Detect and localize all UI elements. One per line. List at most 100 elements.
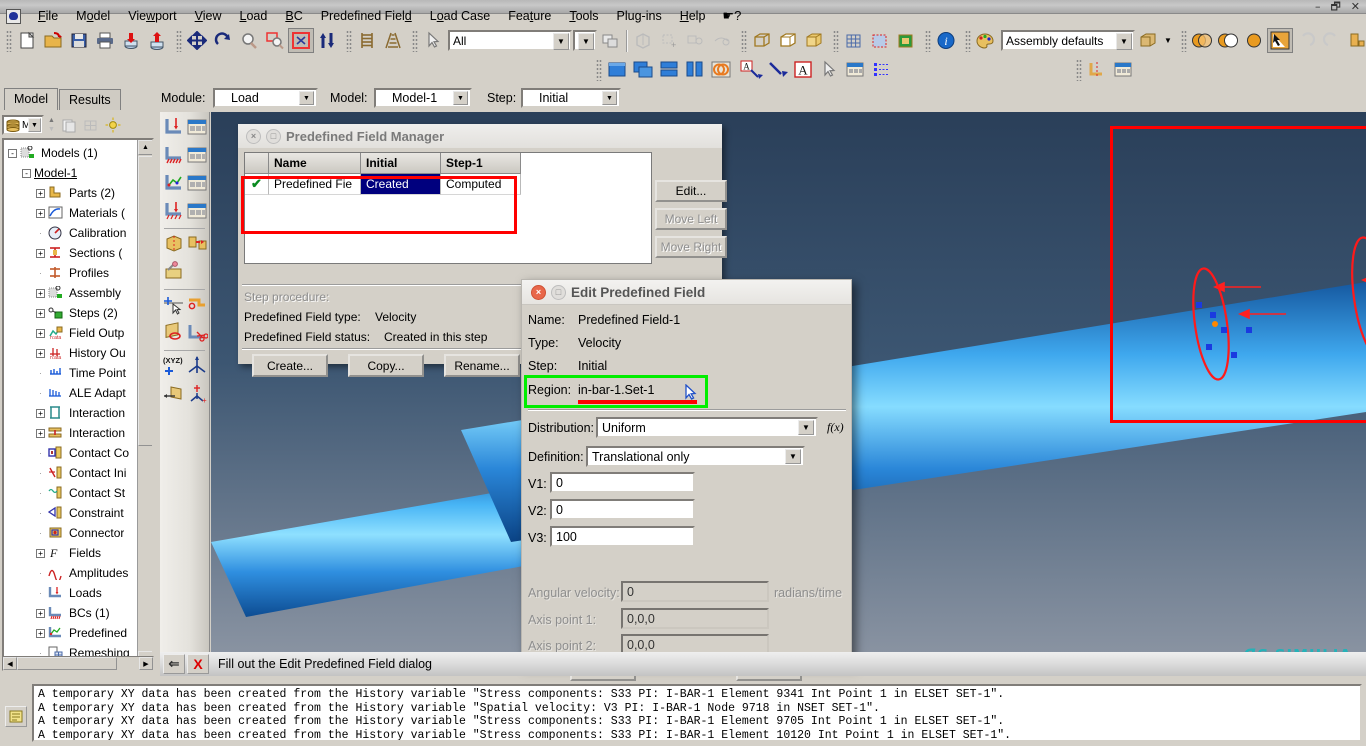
geometry-edit-icon[interactable] <box>162 259 186 285</box>
tree-item-model-1[interactable]: - Model-1 <box>8 163 138 183</box>
menu-predefined-field[interactable]: Predefined Field <box>312 7 421 25</box>
query-info-icon[interactable]: i <box>933 28 959 53</box>
pan-icon[interactable] <box>184 28 210 53</box>
tree-horizontal-scrollbar[interactable]: ◀ ▶ <box>2 656 154 671</box>
new-icon[interactable] <box>14 28 40 53</box>
expand-icon[interactable]: + <box>36 208 45 218</box>
annotation-manager-icon[interactable] <box>842 57 868 82</box>
tree-item-bcs-1[interactable]: + BCs (1) <box>8 603 138 623</box>
ladder-perspective-icon[interactable] <box>380 28 406 53</box>
edit-maximize-button[interactable]: □ <box>551 284 566 300</box>
toolbar-grip[interactable] <box>6 29 12 52</box>
tree-item-ale-adapt[interactable]: · ALE Adapt <box>8 383 138 403</box>
big-text-icon[interactable]: A <box>790 57 816 82</box>
collapse-icon[interactable]: - <box>22 168 31 178</box>
mesh-dashed-icon[interactable] <box>867 28 893 53</box>
wireframe-icon[interactable] <box>749 28 775 53</box>
csys-manager-icon[interactable] <box>1110 57 1136 82</box>
part-instance-icon[interactable] <box>1345 28 1366 53</box>
menu-load[interactable]: Load <box>231 7 277 25</box>
mesh-wireframe-icon[interactable] <box>841 28 867 53</box>
load-case-manager-icon[interactable] <box>186 198 210 224</box>
row-step1-cell[interactable]: Computed <box>441 174 521 195</box>
menu-model[interactable]: Model <box>67 7 119 25</box>
partition-cell-icon[interactable] <box>162 231 186 257</box>
predefined-field-manager-icon[interactable] <box>186 170 210 196</box>
undo-icon[interactable] <box>1293 28 1319 53</box>
chevron-down-icon[interactable]: ▼ <box>785 449 801 464</box>
mesh-shaded-icon[interactable] <box>893 28 919 53</box>
tree-item-contact-co[interactable]: · Contact Co <box>8 443 138 463</box>
color-palette-icon[interactable] <box>973 28 999 53</box>
edit-predefined-field-dialog[interactable]: × □ Edit Predefined Field Name: Predefin… <box>521 279 852 681</box>
tree-copy-icon[interactable] <box>59 116 79 135</box>
tree-item-interaction[interactable]: + Interaction <box>8 403 138 423</box>
move-left-button[interactable]: Move Left <box>655 208 727 230</box>
chevron-down-icon[interactable]: ▼ <box>299 91 314 105</box>
bc-manager-icon[interactable] <box>186 142 210 168</box>
replace-display-group-icon[interactable] <box>709 28 735 53</box>
toolbar-grip[interactable] <box>925 29 931 52</box>
edit-close-button[interactable]: × <box>531 284 546 300</box>
scroll-thumb-h[interactable] <box>17 657 117 670</box>
chevron-down-icon[interactable]: ▼ <box>578 33 594 50</box>
chevron-down-icon[interactable]: ▼ <box>602 91 617 105</box>
tree-item-interaction[interactable]: + Interaction <box>8 423 138 443</box>
tree-item-contact-ini[interactable]: · Contact Ini <box>8 463 138 483</box>
edit-button[interactable]: Edit... <box>655 180 727 202</box>
chevron-down-icon[interactable]: ▼ <box>28 118 41 132</box>
tab-model[interactable]: Model <box>4 88 59 110</box>
select-arrow-icon[interactable] <box>420 28 446 53</box>
tree-item-history-ou[interactable]: + n:ata History Ou <box>8 343 138 363</box>
tree-item-connector[interactable]: · Connector <box>8 523 138 543</box>
viewport-link-icon[interactable] <box>708 57 734 82</box>
csys-icon[interactable] <box>1084 57 1110 82</box>
tree-nav-spinner[interactable]: ▲ ▼ <box>46 116 57 134</box>
ladder-front-icon[interactable] <box>354 28 380 53</box>
tree-item-profiles[interactable]: · Profiles <box>8 263 138 283</box>
toolbar-grip[interactable] <box>1076 58 1082 81</box>
expand-icon[interactable]: + <box>36 628 45 638</box>
tree-item-field-outp[interactable]: + n:ata Field Outp <box>8 323 138 343</box>
message-log[interactable]: A temporary XY data has been created fro… <box>32 684 1362 742</box>
create-load-case-icon[interactable] <box>162 198 186 224</box>
expand-icon[interactable]: + <box>36 348 45 358</box>
column-header-step1[interactable]: Step-1 <box>441 153 521 174</box>
print-icon[interactable] <box>92 28 118 53</box>
create-button[interactable]: Create... <box>252 354 328 377</box>
chevron-down-icon[interactable]: ▼ <box>798 420 814 435</box>
measure-icon[interactable] <box>162 320 186 346</box>
menu-load-case[interactable]: Load Case <box>421 7 499 25</box>
menu-viewport[interactable]: Viewport <box>119 7 185 25</box>
color-code-dropdown-icon[interactable]: ▼ <box>1161 28 1175 53</box>
row-check-icon[interactable]: ✔ <box>245 174 269 195</box>
display-group-icon[interactable] <box>631 28 657 53</box>
menu-plugins[interactable]: Plug-ins <box>608 7 671 25</box>
manager-maximize-button[interactable]: □ <box>266 128 281 144</box>
export-model-icon[interactable] <box>144 28 170 53</box>
selection-filter-combo[interactable]: All ▼ <box>448 30 572 51</box>
scroll-thumb[interactable] <box>138 156 152 446</box>
scroll-right-button[interactable]: ▶ <box>139 657 153 670</box>
menu-file[interactable]: FFileile <box>29 7 67 25</box>
tree-item-predefined[interactable]: + Predefined <box>8 623 138 643</box>
tree-item-parts-2[interactable]: + Parts (2) <box>8 183 138 203</box>
column-header-initial[interactable]: Initial <box>361 153 441 174</box>
auto-fit-icon[interactable] <box>288 28 314 53</box>
context-help-icon[interactable]: ☛? <box>714 6 749 26</box>
create-bc-icon[interactable] <box>162 142 186 168</box>
v3-input[interactable]: 100 <box>550 526 695 547</box>
previous-step-icon[interactable]: ⇐ <box>163 654 185 674</box>
row-initial-cell[interactable]: Created <box>361 174 441 195</box>
expand-icon[interactable]: + <box>36 188 45 198</box>
open-icon[interactable] <box>40 28 66 53</box>
expand-icon[interactable]: + <box>36 548 45 558</box>
cycle-views-icon[interactable] <box>314 28 340 53</box>
toolbar-grip[interactable] <box>1181 29 1187 52</box>
selection-options-icon[interactable] <box>597 28 623 53</box>
import-model-icon[interactable] <box>118 28 144 53</box>
create-display-group-icon[interactable]: + <box>657 28 683 53</box>
chevron-down-icon[interactable]: ▼ <box>1116 33 1132 50</box>
v1-input[interactable]: 0 <box>550 472 695 493</box>
tree-item-assembly[interactable]: + Assembly <box>8 283 138 303</box>
